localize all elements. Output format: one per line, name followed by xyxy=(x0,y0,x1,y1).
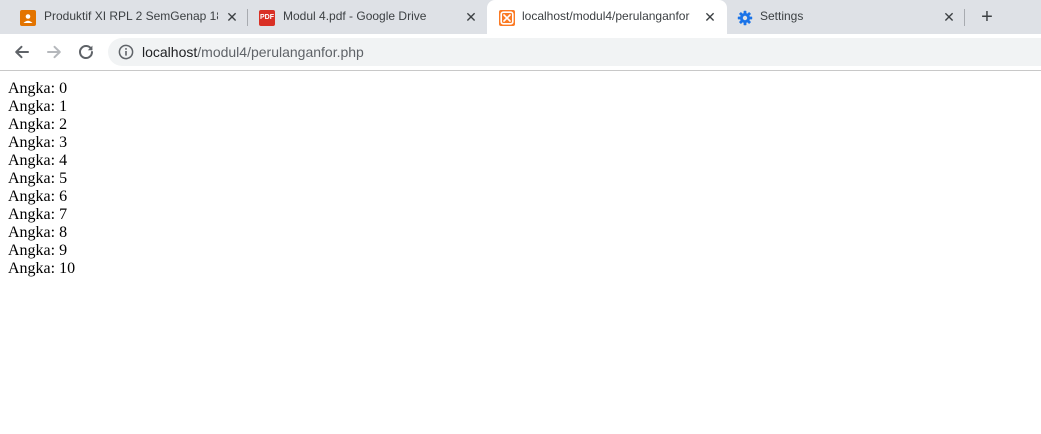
tab-strip: Produktif XI RPL 2 SemGenap 18 ✕ PDF Mod… xyxy=(0,0,1041,34)
pdf-icon: PDF xyxy=(259,10,275,26)
forward-arrow-icon[interactable] xyxy=(43,41,65,63)
output-line: Angka: 8 xyxy=(8,224,68,241)
output-line: Angka: 2 xyxy=(8,116,68,133)
output-line: Angka: 5 xyxy=(8,170,68,187)
back-arrow-icon[interactable] xyxy=(11,41,33,63)
address-bar[interactable]: localhost/modul4/perulanganfor.php xyxy=(108,38,1041,66)
output-line: Angka: 0 xyxy=(8,80,68,97)
tab-settings[interactable]: Settings ✕ xyxy=(728,0,966,34)
tab-title: localhost/modul4/perulanganfor xyxy=(522,9,690,23)
tab-title: Settings xyxy=(760,9,804,23)
browser-toolbar: localhost/modul4/perulanganfor.php xyxy=(0,34,1041,71)
output-line: Angka: 7 xyxy=(8,206,68,223)
reload-icon[interactable] xyxy=(75,41,97,63)
output-line: Angka: 3 xyxy=(8,134,68,151)
output-line: Angka: 1 xyxy=(8,98,68,115)
url-text[interactable]: localhost/modul4/perulanganfor.php xyxy=(142,44,364,60)
close-icon[interactable]: ✕ xyxy=(941,9,957,25)
xampp-icon xyxy=(499,10,515,26)
info-icon[interactable] xyxy=(118,44,134,60)
pdf-icon-text: PDF xyxy=(260,14,274,21)
close-icon[interactable]: ✕ xyxy=(224,9,240,25)
classroom-icon xyxy=(20,10,36,26)
tab-localhost[interactable]: localhost/modul4/perulanganfor ✕ xyxy=(487,0,727,34)
url-path: /modul4/perulanganfor.php xyxy=(197,44,364,60)
close-icon[interactable]: ✕ xyxy=(702,9,718,25)
output-line: Angka: 9 xyxy=(8,242,68,259)
tab-title: Produktif XI RPL 2 SemGenap 18 xyxy=(44,9,218,23)
new-tab-button[interactable]: + xyxy=(976,6,998,28)
output-line: Angka: 10 xyxy=(8,260,76,277)
tab-google-drive[interactable]: PDF Modul 4.pdf - Google Drive ✕ xyxy=(248,0,486,34)
tab-produktif[interactable]: Produktif XI RPL 2 SemGenap 18 ✕ xyxy=(0,0,246,34)
gear-icon xyxy=(737,10,753,26)
url-host: localhost xyxy=(142,44,198,60)
output-line: Angka: 6 xyxy=(8,188,68,205)
close-icon[interactable]: ✕ xyxy=(463,9,479,25)
tab-title: Modul 4.pdf - Google Drive xyxy=(283,9,427,23)
tab-separator xyxy=(964,9,965,26)
output-line: Angka: 4 xyxy=(8,152,68,169)
page-content: Angka: 0 Angka: 1 Angka: 2 Angka: 3 Angk… xyxy=(8,80,75,278)
